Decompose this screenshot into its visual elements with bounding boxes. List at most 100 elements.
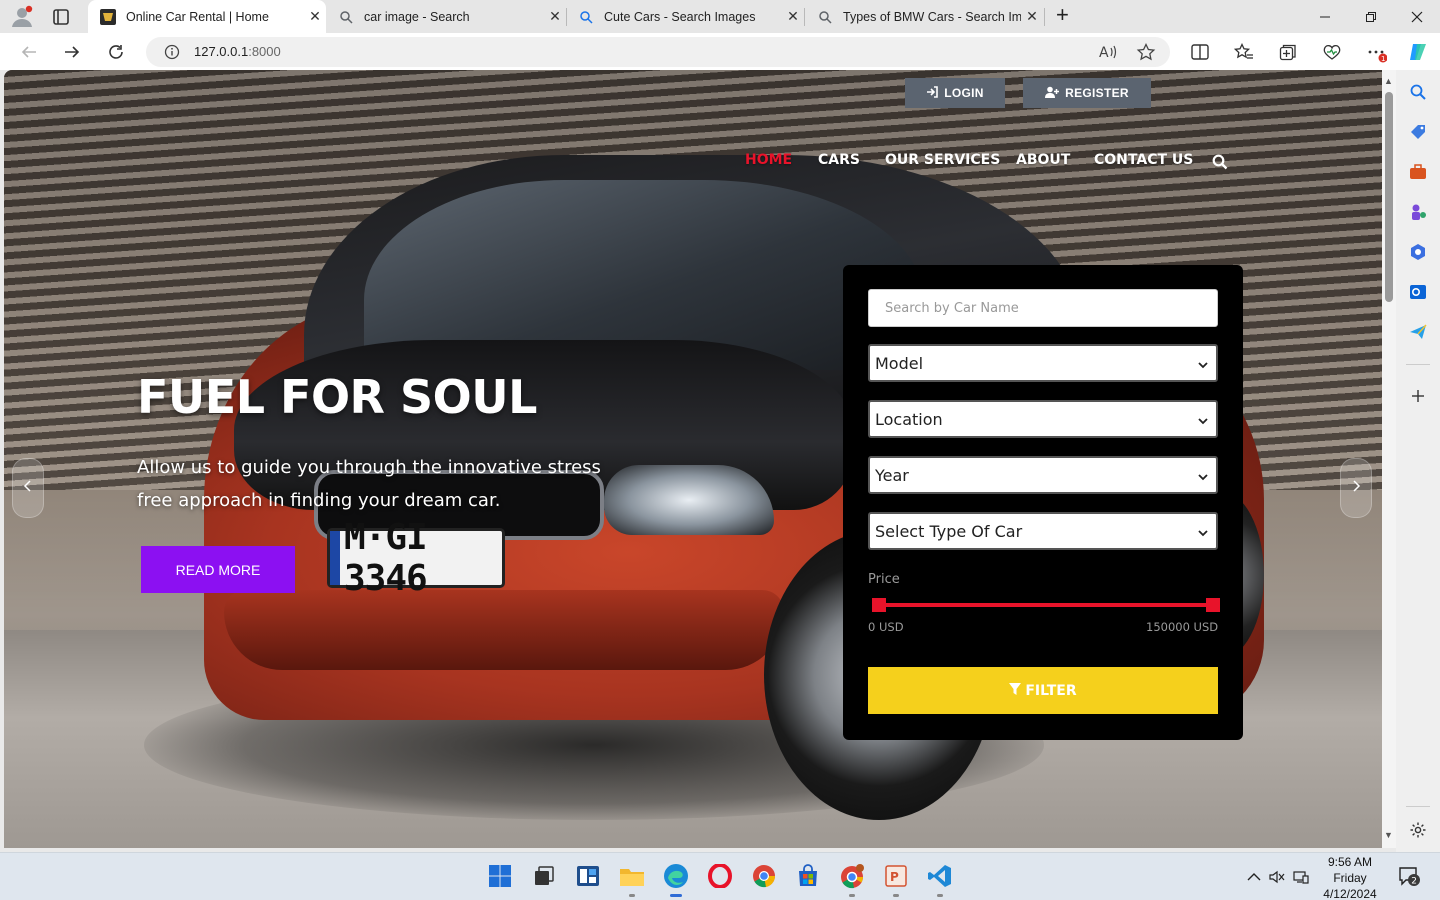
chevron-left-icon — [23, 479, 33, 497]
favorites-icon[interactable] — [1233, 41, 1255, 63]
new-tab-icon[interactable]: + — [1056, 4, 1076, 27]
scroll-up-icon[interactable]: ▲ — [1384, 76, 1393, 86]
address-bar[interactable]: 127.0.0.1:8000 A — [146, 37, 1170, 67]
favorite-star-icon[interactable] — [1136, 42, 1156, 61]
svg-text:A: A — [1099, 45, 1109, 61]
shopping-tag-icon[interactable] — [1408, 122, 1428, 142]
chrome-profile-icon[interactable] — [839, 863, 865, 897]
microsoft-365-icon[interactable] — [1408, 242, 1428, 262]
car-headlight-image — [604, 465, 774, 535]
clock-time: 9:56 AM — [1327, 855, 1373, 869]
profile-avatar-icon[interactable] — [10, 5, 34, 29]
restore-icon[interactable] — [1348, 0, 1394, 33]
microsoft-store-icon[interactable] — [795, 863, 821, 889]
windows-start-icon[interactable] — [487, 863, 513, 889]
read-more-button[interactable]: READ MORE — [141, 546, 295, 593]
license-plate: M·GI 3346 — [327, 517, 505, 599]
price-max-handle[interactable] — [1206, 598, 1220, 612]
vscode-icon[interactable] — [927, 863, 953, 897]
gear-icon[interactable] — [1408, 820, 1428, 840]
car-name-search-input[interactable]: Search by Car Name — [868, 289, 1218, 327]
sidebar-divider — [1406, 806, 1430, 807]
outlook-icon[interactable] — [1408, 282, 1428, 302]
tab-bmw-cars[interactable]: Types of BMW Cars - Search Images ✕ — [805, 0, 1043, 33]
search-icon — [338, 9, 354, 25]
car-type-select[interactable]: Select Type Of Car — [868, 512, 1218, 550]
tab-car-image-search[interactable]: car image - Search ✕ — [326, 0, 566, 33]
page-scrollbar[interactable]: ▲ ▼ — [1382, 70, 1396, 848]
windows-taskbar: P 9:56 AM Friday 4/12/2024 2 — [0, 852, 1440, 900]
price-min-handle[interactable] — [872, 598, 886, 612]
nav-cars[interactable]: CARS — [818, 152, 860, 168]
forward-arrow-icon[interactable] — [59, 39, 85, 65]
volume-muted-icon[interactable] — [1269, 869, 1285, 885]
price-min-label: 0 USD — [868, 620, 904, 634]
system-clock[interactable]: 9:56 AM Friday 4/12/2024 — [1320, 853, 1380, 900]
chrome-browser-icon[interactable] — [751, 863, 777, 889]
file-explorer-icon[interactable] — [619, 863, 645, 897]
year-select[interactable]: Year — [868, 456, 1218, 494]
search-icon[interactable] — [1408, 82, 1428, 102]
register-button[interactable]: REGISTER — [1023, 78, 1151, 108]
split-screen-icon[interactable] — [1189, 41, 1211, 63]
powerpoint-icon[interactable]: P — [883, 863, 909, 897]
carousel-next-button[interactable] — [1340, 458, 1372, 518]
widgets-icon[interactable] — [575, 863, 601, 889]
tab-title: Online Car Rental | Home — [126, 9, 269, 24]
location-select[interactable]: Location — [868, 400, 1218, 438]
scrollbar-thumb[interactable] — [1385, 92, 1393, 302]
tab-title: Cute Cars - Search Images — [604, 9, 756, 24]
send-icon[interactable] — [1408, 322, 1428, 342]
tab-title: Types of BMW Cars - Search Images — [843, 9, 1021, 24]
nav-home[interactable]: HOME — [745, 152, 792, 168]
model-select[interactable]: Model — [868, 344, 1218, 382]
edge-browser-icon[interactable] — [663, 863, 689, 897]
site-info-icon[interactable] — [164, 44, 180, 65]
carousel-prev-button[interactable] — [12, 458, 44, 518]
add-icon[interactable] — [1408, 386, 1428, 406]
opera-browser-icon[interactable] — [707, 863, 733, 889]
notification-center-icon[interactable]: 2 — [1399, 867, 1421, 887]
chevron-down-icon — [1198, 354, 1208, 373]
browser-essentials-icon[interactable] — [1321, 41, 1343, 63]
network-icon[interactable] — [1293, 869, 1309, 885]
games-icon[interactable] — [1408, 202, 1428, 222]
user-plus-icon — [1045, 86, 1060, 101]
minimize-icon[interactable] — [1302, 0, 1348, 33]
hero-subtitle: Allow us to guide you through the innova… — [137, 457, 601, 511]
search-icon — [817, 9, 833, 25]
scroll-down-icon[interactable]: ▼ — [1384, 830, 1393, 840]
filter-button[interactable]: FILTER — [868, 667, 1218, 714]
chevron-up-icon[interactable] — [1246, 869, 1262, 885]
settings-more-icon[interactable]: 1 — [1365, 41, 1387, 63]
collections-icon[interactable] — [1277, 41, 1299, 63]
close-tab-icon[interactable]: ✕ — [304, 8, 326, 25]
chevron-down-icon — [1198, 522, 1208, 541]
nav-about[interactable]: ABOUT — [1016, 152, 1070, 168]
read-aloud-icon[interactable]: A — [1098, 43, 1118, 61]
login-button[interactable]: LOGIN — [905, 78, 1005, 108]
close-tab-icon[interactable]: ✕ — [544, 8, 566, 25]
search-icon[interactable] — [1212, 154, 1228, 170]
tab-cute-cars[interactable]: Cute Cars - Search Images ✕ — [566, 0, 804, 33]
close-tab-icon[interactable]: ✕ — [782, 8, 804, 25]
tools-briefcase-icon[interactable] — [1408, 162, 1428, 182]
copilot-icon[interactable] — [1407, 41, 1429, 63]
close-tab-icon[interactable]: ✕ — [1021, 8, 1043, 25]
browser-toolbar: 127.0.0.1:8000 A 1 — [0, 33, 1440, 70]
tab-title: car image - Search — [364, 9, 470, 24]
clock-date: 4/12/2024 — [1323, 887, 1377, 900]
chevron-down-icon — [1198, 466, 1208, 485]
reload-icon[interactable] — [103, 39, 129, 65]
price-range-track[interactable] — [873, 603, 1210, 607]
nav-our-services[interactable]: OUR SERVICES — [885, 152, 1000, 168]
site-favicon-icon — [100, 8, 116, 25]
tab-actions-icon[interactable] — [50, 6, 72, 28]
task-view-icon[interactable] — [531, 863, 557, 889]
tab-online-car-rental[interactable]: Online Car Rental | Home ✕ — [88, 0, 326, 33]
svg-text:P: P — [890, 870, 899, 884]
close-window-icon[interactable] — [1394, 0, 1440, 33]
url-text: 127.0.0.1:8000 — [194, 44, 281, 59]
back-arrow-icon[interactable] — [16, 39, 42, 65]
nav-contact-us[interactable]: CONTACT US — [1094, 152, 1193, 168]
